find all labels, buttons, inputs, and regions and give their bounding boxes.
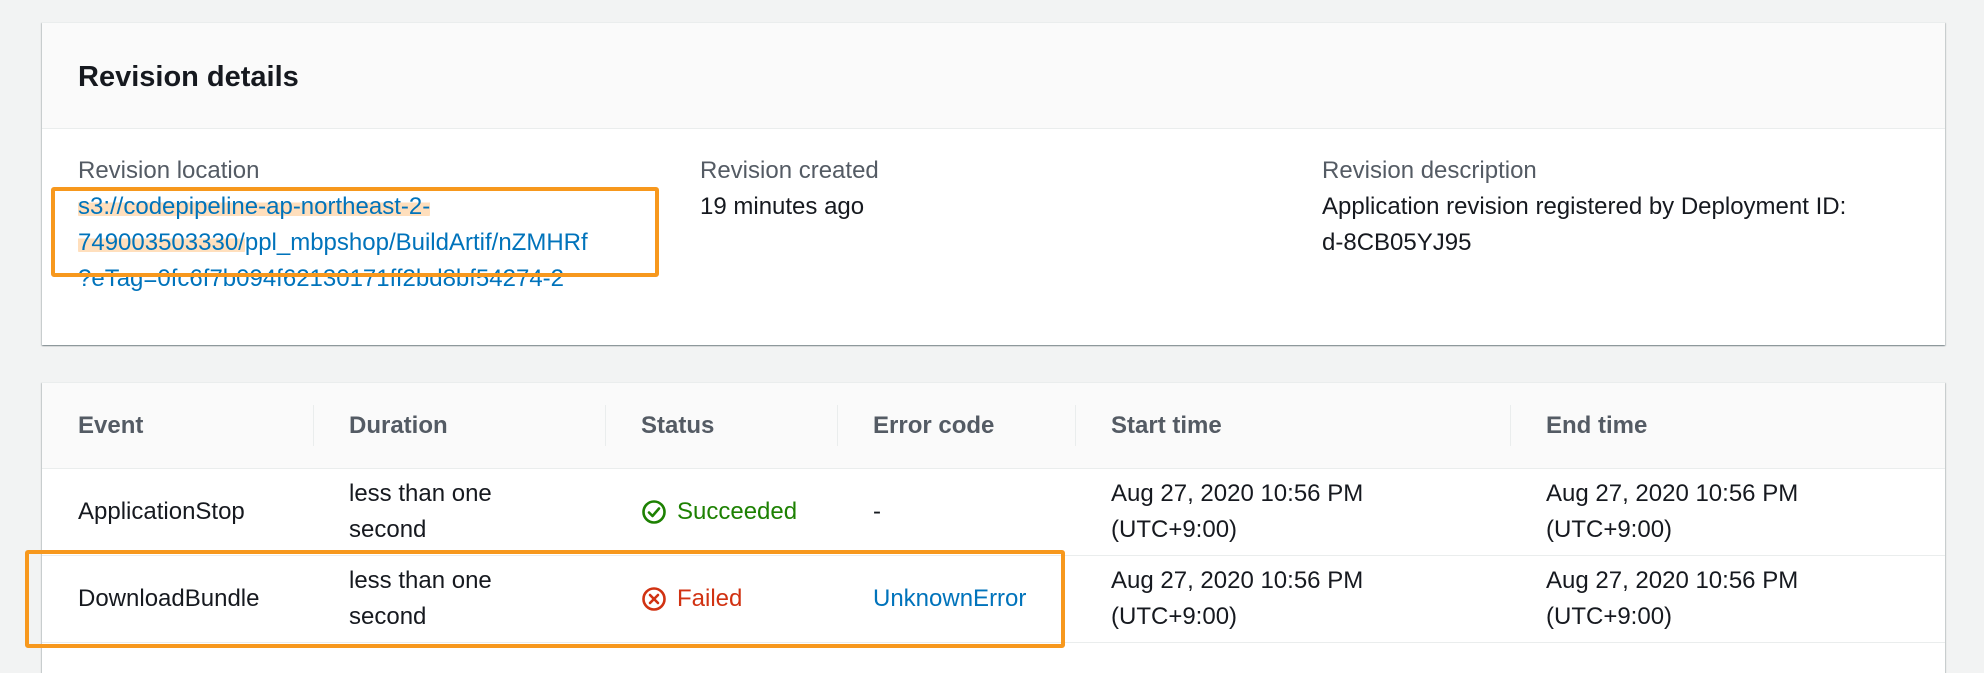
revision-location-line1: s3://codepipeline-ap-northeast-2- <box>78 193 431 220</box>
revision-details-header: Revision details <box>42 23 1945 129</box>
revision-description-field: Revision description Application revisio… <box>1322 153 1922 261</box>
revision-description-line2: d-8CB05YJ95 <box>1322 229 1472 256</box>
revision-description-label: Revision description <box>1322 157 1537 184</box>
event-start-time: Aug 27, 2020 10:56 PM (UTC+9:00) <box>1075 468 1510 556</box>
column-header-start-time[interactable]: Start time <box>1075 383 1510 469</box>
column-header-error-code[interactable]: Error code <box>837 383 1075 469</box>
table-row: DownloadBundle less than one second Fail… <box>42 555 1945 643</box>
revision-created-label: Revision created <box>700 157 879 184</box>
event-duration: less than one second <box>313 555 605 643</box>
lifecycle-events-table: Event Duration Status Error code Start t… <box>42 383 1945 643</box>
status-text: Failed <box>677 585 743 612</box>
event-start-time: Aug 27, 2020 10:56 PM (UTC+9:00) <box>1075 555 1510 643</box>
event-duration: less than one second <box>313 468 605 556</box>
status-text: Succeeded <box>677 498 798 525</box>
table-row: ApplicationStop less than one second Suc… <box>42 468 1945 556</box>
revision-description-line1: Application revision registered by Deplo… <box>1322 193 1847 220</box>
event-end-time: Aug 27, 2020 10:56 PM (UTC+9:00) <box>1510 555 1945 643</box>
x-circle-icon <box>642 587 666 611</box>
column-separator[interactable] <box>1510 405 1511 446</box>
revision-location-field: Revision location s3://codepipeline-ap-n… <box>78 153 678 297</box>
revision-location-label: Revision location <box>78 157 260 184</box>
column-header-status[interactable]: Status <box>605 383 837 469</box>
event-status: Succeeded <box>605 468 837 556</box>
column-separator[interactable] <box>1075 405 1076 446</box>
revision-description-value: Application revision registered by Deplo… <box>1322 189 1922 261</box>
event-error-code: - <box>837 468 1075 556</box>
column-separator[interactable] <box>605 405 606 446</box>
column-header-end-time[interactable]: End time <box>1510 383 1945 469</box>
revision-details-title: Revision details <box>78 61 299 93</box>
error-code-link[interactable]: UnknownError <box>873 585 1026 612</box>
revision-location-line2-highlighted: 749003503330/ <box>78 229 245 256</box>
revision-details-body: Revision location s3://codepipeline-ap-n… <box>42 129 1945 345</box>
event-error-code: UnknownError <box>837 555 1075 643</box>
lifecycle-events-panel: Event Duration Status Error code Start t… <box>42 382 1945 673</box>
revision-location-line3: ?eTag=0fc6f7b094f62130171ff2bd8bf54274-2 <box>78 265 565 292</box>
column-header-event[interactable]: Event <box>42 383 313 469</box>
event-status: Failed <box>605 555 837 643</box>
revision-created-field: Revision created 19 minutes ago <box>700 153 1280 225</box>
event-name: DownloadBundle <box>42 555 313 643</box>
revision-location-line2-rest: ppl_mbpshop/BuildArtif/nZMHRf <box>244 229 588 256</box>
revision-created-value: 19 minutes ago <box>700 193 865 220</box>
revision-location-link[interactable]: s3://codepipeline-ap-northeast-2- 749003… <box>78 189 678 297</box>
event-end-time: Aug 27, 2020 10:56 PM (UTC+9:00) <box>1510 468 1945 556</box>
column-header-duration[interactable]: Duration <box>313 383 605 469</box>
column-separator[interactable] <box>313 405 314 446</box>
column-separator[interactable] <box>837 405 838 446</box>
revision-details-panel: Revision details Revision location s3://… <box>42 22 1945 345</box>
event-name: ApplicationStop <box>42 468 313 556</box>
table-header-row: Event Duration Status Error code Start t… <box>42 383 1945 469</box>
check-circle-icon <box>642 500 666 524</box>
